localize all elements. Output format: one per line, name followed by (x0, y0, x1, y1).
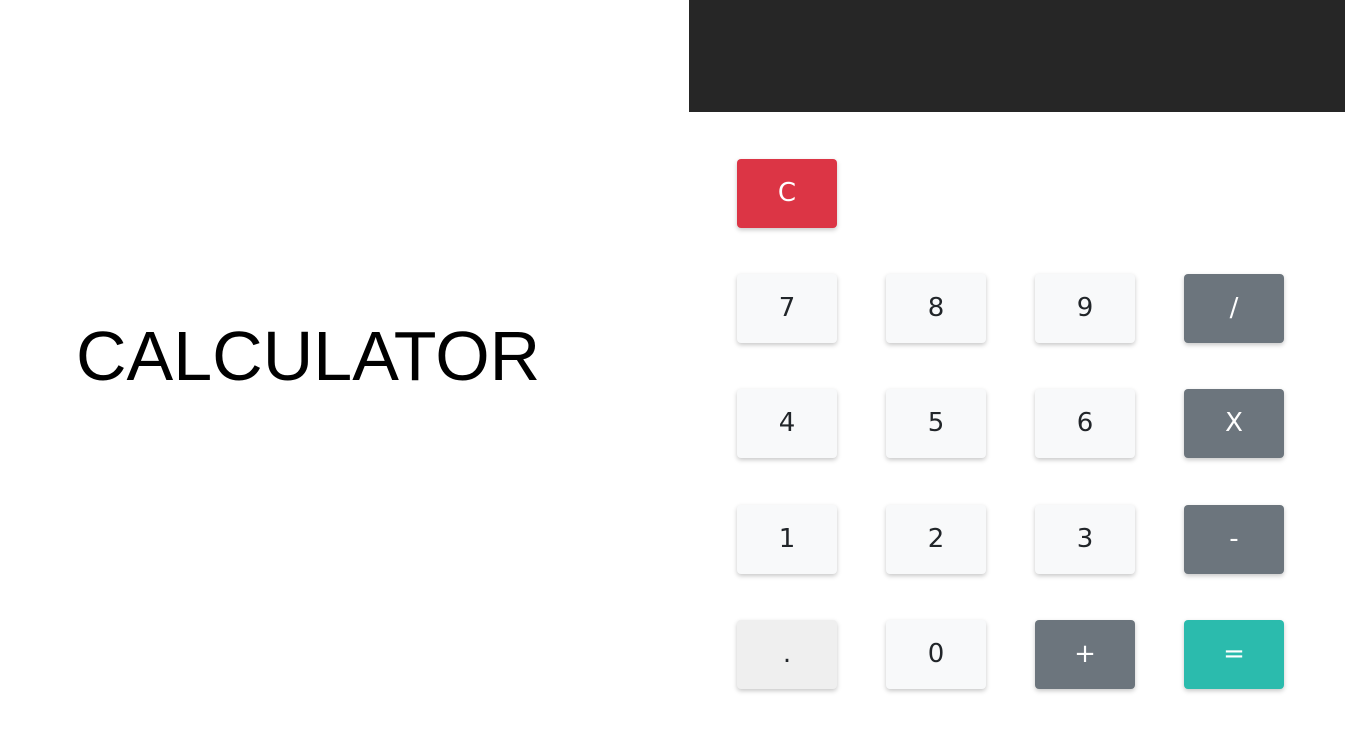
page: CALCULATOR C 7 8 9 / 4 5 6 X 1 2 3 - . 0… (0, 0, 1345, 755)
decimal-button[interactable]: . (737, 620, 837, 689)
key-5-button[interactable]: 5 (886, 389, 986, 458)
key-7-button[interactable]: 7 (737, 274, 837, 343)
key-9-button[interactable]: 9 (1035, 274, 1135, 343)
divide-button[interactable]: / (1184, 274, 1284, 343)
calculator: C 7 8 9 / 4 5 6 X 1 2 3 - . 0 + = (689, 0, 1345, 755)
key-8-button[interactable]: 8 (886, 274, 986, 343)
key-6-button[interactable]: 6 (1035, 389, 1135, 458)
key-2-button[interactable]: 2 (886, 505, 986, 574)
key-3-button[interactable]: 3 (1035, 505, 1135, 574)
page-title: CALCULATOR (76, 317, 541, 395)
key-0-button[interactable]: 0 (886, 620, 986, 689)
key-1-button[interactable]: 1 (737, 505, 837, 574)
subtract-button[interactable]: - (1184, 505, 1284, 574)
clear-button[interactable]: C (737, 159, 837, 228)
key-4-button[interactable]: 4 (737, 389, 837, 458)
equals-button[interactable]: = (1184, 620, 1284, 689)
multiply-button[interactable]: X (1184, 389, 1284, 458)
add-button[interactable]: + (1035, 620, 1135, 689)
calculator-display (689, 0, 1345, 112)
